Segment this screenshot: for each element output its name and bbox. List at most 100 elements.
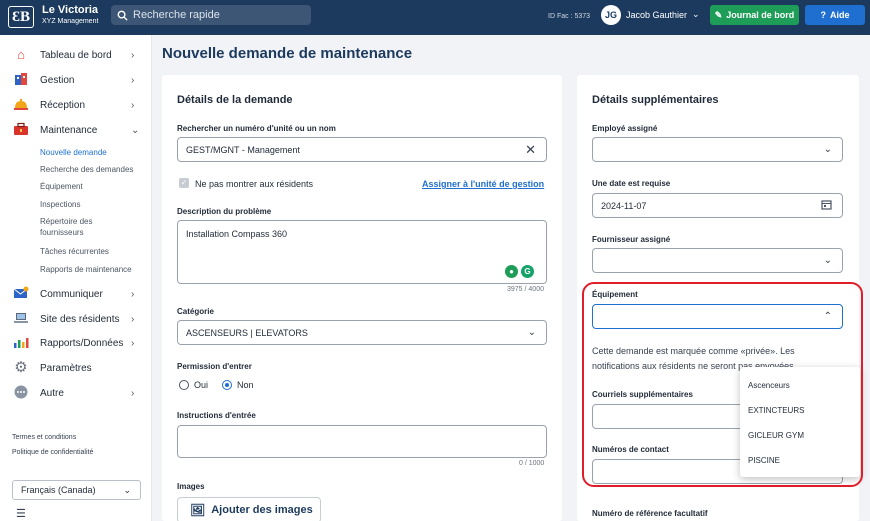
permission-label: Permission d'entrer	[177, 362, 252, 371]
toolbox-icon	[13, 122, 29, 138]
hide-residents-label: Ne pas montrer aux résidents	[195, 179, 314, 189]
sidebar-item-dashboard[interactable]: ⌂ Tableau de bord ›	[0, 44, 152, 66]
sidebar-item-communiquer[interactable]: Communiquer ›	[0, 283, 152, 305]
envelope-icon	[13, 286, 29, 302]
gear-icon: ⚙	[14, 359, 28, 376]
date-value: 2024-11-07	[601, 200, 647, 211]
chevron-down-icon: ⌄	[823, 144, 832, 155]
category-select[interactable]: ASCENSEURS | ELEVATORS ⌄	[177, 320, 547, 345]
terms-link[interactable]: Termes et conditions	[12, 434, 76, 441]
bell-icon	[13, 97, 29, 113]
help-label: Aide	[829, 10, 850, 20]
building-icon	[13, 72, 29, 88]
sidebar-item-other[interactable]: Autre ›	[0, 382, 152, 404]
date-input[interactable]: 2024-11-07	[592, 193, 843, 218]
question-icon: ?	[820, 10, 826, 20]
quick-search-input[interactable]: Recherche rapide	[111, 5, 311, 25]
unit-search-label: Rechercher un numéro d'unité ou un nom	[177, 124, 336, 133]
highlight-annotation	[582, 282, 863, 487]
problem-description-textarea[interactable]: Installation Compass 360	[177, 220, 547, 284]
entry-instructions-textarea[interactable]	[177, 425, 547, 458]
sidebar-item-resident-site[interactable]: Site des résidents ›	[0, 308, 152, 330]
sub-inspections[interactable]: Inspections	[40, 199, 80, 210]
category-value: ASCENSEURS | ELEVATORS	[186, 327, 308, 338]
journal-label: Journal de bord	[726, 10, 795, 20]
permission-no-radio[interactable]	[222, 380, 232, 390]
laptop-icon	[13, 311, 29, 327]
page-title: Nouvelle demande de maintenance	[162, 45, 413, 62]
add-images-label: Ajouter des images	[211, 504, 313, 516]
sidebar-item-settings[interactable]: ⚙ Paramètres	[0, 357, 152, 379]
search-placeholder: Recherche rapide	[133, 9, 220, 21]
sidebar-item-label: Site des résidents	[40, 313, 120, 325]
chevron-down-icon[interactable]: ⌄	[692, 9, 700, 20]
sidebar-item-gestion[interactable]: Gestion ›	[0, 69, 152, 91]
search-icon	[117, 10, 128, 21]
chevron-down-icon: ⌄	[527, 327, 536, 338]
sidebar-item-label: Gestion	[40, 74, 75, 86]
sidebar-item-label: Communiquer	[40, 288, 103, 300]
permission-yes-label: Oui	[194, 380, 209, 390]
entry-instructions-label: Instructions d'entrée	[177, 411, 256, 420]
sidebar-item-label: Maintenance	[40, 124, 98, 136]
extra-details-title: Détails supplémentaires	[592, 94, 719, 106]
images-label: Images	[177, 482, 205, 491]
chevron-down-icon: ⌄	[123, 485, 131, 495]
clear-icon[interactable]: ✕	[525, 142, 536, 158]
sidebar-item-maintenance[interactable]: Maintenance ⌄	[0, 119, 152, 141]
help-button[interactable]: ? Aide	[805, 5, 865, 25]
assign-management-link[interactable]: Assigner à l'unité de gestion	[422, 179, 544, 189]
sub-equipment[interactable]: Équipement	[40, 181, 83, 192]
more-icon	[13, 385, 29, 401]
user-name[interactable]: Jacob Gauthier	[626, 10, 687, 20]
sidebar-item-label: Autre	[40, 387, 64, 399]
sub-supplier-directory[interactable]: Répertoire des fournisseurs	[40, 216, 120, 238]
assigned-employee-select[interactable]: ⌄	[592, 137, 843, 162]
house-icon: ⌂	[17, 47, 25, 62]
problem-description-value: Installation Compass 360	[186, 229, 288, 239]
entry-char-count: 0 / 1000	[519, 460, 545, 467]
privacy-link[interactable]: Politique de confidentialité	[12, 449, 93, 456]
chevron-right-icon: ›	[131, 387, 135, 399]
sidebar: ⌂ Tableau de bord › Gestion › Réception …	[0, 35, 152, 521]
journal-button[interactable]: ✎ Journal de bord	[710, 5, 799, 25]
chevron-right-icon: ›	[131, 313, 135, 325]
grammarly-icon[interactable]: G	[521, 265, 534, 278]
unit-search-input[interactable]: GEST/MGNT - Management ✕	[177, 137, 547, 162]
calendar-icon[interactable]	[821, 199, 832, 213]
avatar[interactable]: JG	[601, 5, 621, 25]
assigned-supplier-select[interactable]: ⌄	[592, 248, 843, 273]
logo[interactable]: ƐB	[8, 6, 34, 28]
facility-id: ID Fac : 5373	[548, 13, 591, 20]
assigned-employee-label: Employé assigné	[592, 124, 658, 133]
sub-recurring-tasks[interactable]: Tâches récurrentes	[40, 246, 109, 257]
brand[interactable]: Le Victoria XYZ Management	[42, 4, 98, 25]
top-bar: ƐB Le Victoria XYZ Management Recherche …	[0, 0, 870, 35]
sub-maintenance-reports[interactable]: Rapports de maintenance	[40, 264, 132, 275]
add-images-button[interactable]: 🖼 Ajouter des images	[177, 497, 321, 521]
bar-chart-icon	[13, 335, 29, 351]
problem-description-label: Description du problème	[177, 207, 272, 216]
hide-residents-checkbox[interactable]: ✓	[179, 178, 189, 188]
brand-name: Le Victoria	[42, 4, 99, 16]
sidebar-item-reception[interactable]: Réception ›	[0, 94, 152, 116]
chevron-down-icon: ⌄	[131, 124, 140, 136]
edit-icon: ✎	[714, 9, 723, 20]
sidebar-item-label: Rapports/Données	[40, 337, 124, 349]
sub-search-requests[interactable]: Recherche des demandes	[40, 164, 133, 175]
permission-yes-radio[interactable]	[179, 380, 189, 390]
sidebar-item-reports[interactable]: Rapports/Données ›	[0, 332, 152, 354]
collapse-menu-icon[interactable]: ☰	[16, 507, 26, 520]
chevron-right-icon: ›	[131, 337, 135, 349]
language-select[interactable]: Français (Canada) ⌄	[12, 480, 141, 500]
lightbulb-icon[interactable]: ●	[505, 265, 518, 278]
request-details-title: Détails de la demande	[177, 94, 293, 106]
chevron-right-icon: ›	[131, 49, 135, 61]
date-label: Une date est requise	[592, 179, 671, 188]
add-image-icon: 🖼	[190, 503, 206, 517]
chevron-right-icon: ›	[131, 74, 135, 86]
language-value: Français (Canada)	[21, 485, 96, 495]
reference-number-label: Numéro de référence facultatif	[592, 509, 708, 518]
problem-char-count: 3975 / 4000	[507, 286, 544, 293]
sub-new-request[interactable]: Nouvelle demande	[40, 147, 107, 158]
